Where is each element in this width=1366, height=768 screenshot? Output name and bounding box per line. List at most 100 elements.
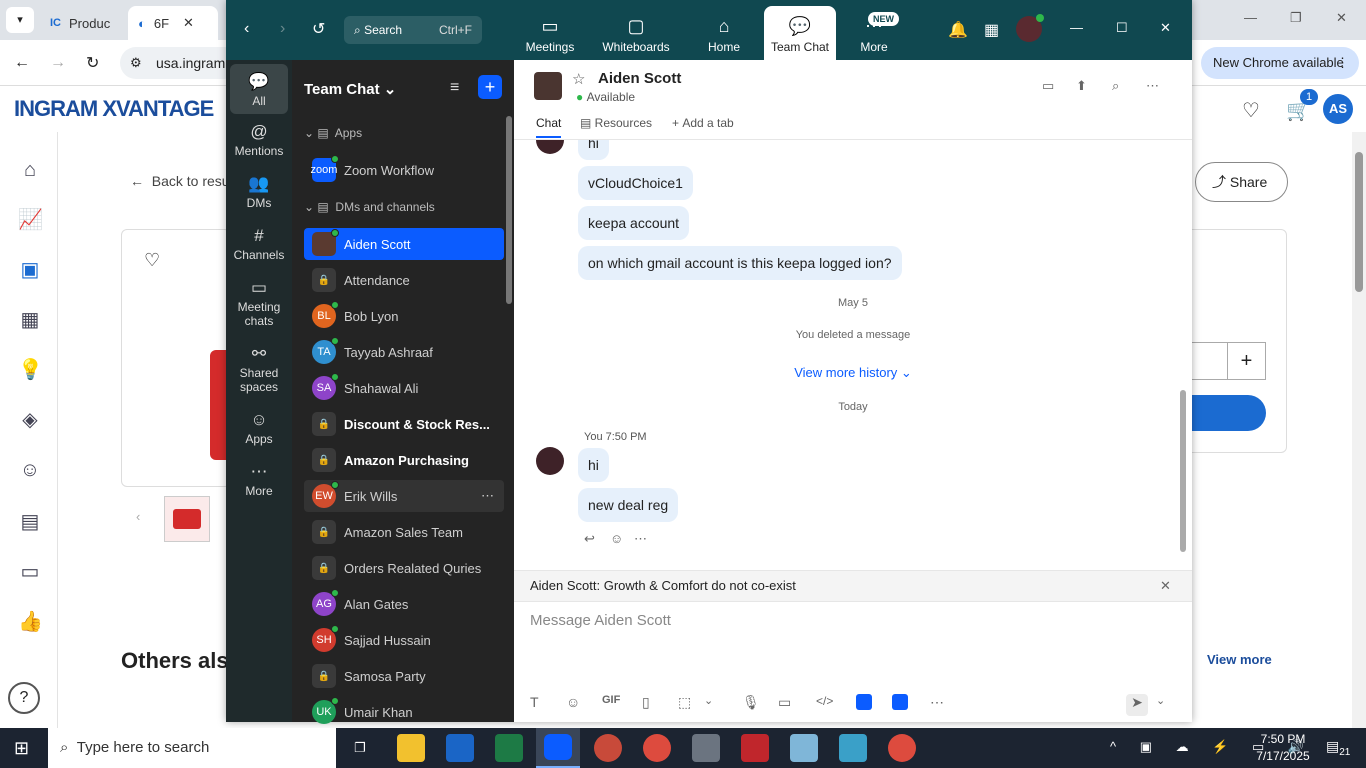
message-bubble[interactable]: hi <box>578 140 609 160</box>
reload-icon[interactable]: ↻ <box>86 53 99 73</box>
maximize-icon[interactable]: ☐ <box>1116 20 1128 36</box>
list-item[interactable]: AG Alan Gates <box>304 588 504 620</box>
minimize-icon[interactable]: — <box>1244 10 1257 25</box>
chrome-icon[interactable] <box>888 734 916 762</box>
minimize-icon[interactable]: — <box>1070 20 1083 35</box>
screenshot-icon[interactable]: ⬚ <box>678 694 691 711</box>
analytics-icon[interactable]: 📈 <box>18 208 43 232</box>
layers-icon[interactable]: ◈ <box>18 408 42 432</box>
file-icon[interactable]: ▯ <box>642 694 650 711</box>
video-message-icon[interactable]: ▭ <box>778 694 791 711</box>
wishlist-heart-icon[interactable]: ♡ <box>1242 98 1260 123</box>
list-item[interactable]: 🔒 Orders Realated Quries <box>304 552 504 584</box>
grid-icon[interactable]: ▦ <box>18 308 42 332</box>
store-icon[interactable]: ▭ <box>18 560 42 584</box>
chevron-down-icon[interactable]: ⌄ <box>704 694 713 707</box>
chrome-icon[interactable] <box>643 734 671 762</box>
tab-search-button[interactable]: ▾ <box>6 7 34 33</box>
list-scrollbar[interactable] <box>506 116 512 304</box>
rail-more[interactable]: ⋯ More <box>230 462 288 498</box>
rail-channels[interactable]: # Channels <box>230 226 288 262</box>
filter-icon[interactable]: ≡ <box>450 79 459 97</box>
microphone-icon[interactable]: 🎙 <box>742 694 760 711</box>
carousel-prev-icon[interactable]: ‹ <box>136 509 140 524</box>
view-more-history-link[interactable]: View more history ⌄ <box>514 365 1182 381</box>
chat-scrollbar[interactable] <box>1180 390 1186 552</box>
list-item[interactable]: 🔒 Attendance <box>304 264 504 296</box>
share-screen-icon[interactable]: ⬆ <box>1076 78 1087 94</box>
app-icon[interactable] <box>892 694 908 710</box>
list-item[interactable]: 🔒 Amazon Sales Team <box>304 516 504 548</box>
excel-icon[interactable] <box>495 734 523 762</box>
rail-meeting-chats[interactable]: ▭ Meeting chats <box>230 278 288 328</box>
contact-avatar[interactable] <box>534 72 562 100</box>
list-item-selected[interactable]: Aiden Scott <box>304 228 504 260</box>
message-bubble[interactable]: new deal reg <box>578 488 679 522</box>
list-item[interactable]: BL Bob Lyon <box>304 300 504 332</box>
message-input[interactable]: Message Aiden Scott <box>530 612 1170 672</box>
back-icon[interactable]: ‹ <box>244 20 249 38</box>
list-item[interactable]: EW Erik Wills ⋯ <box>304 480 504 512</box>
thumbs-up-icon[interactable]: 👍 <box>18 610 43 634</box>
close-icon[interactable]: ✕ <box>1336 10 1347 26</box>
code-icon[interactable]: </> <box>816 694 833 708</box>
new-chrome-available-button[interactable]: New Chrome available ⋮ <box>1201 47 1359 79</box>
taskbar-clock[interactable]: 7:50 PM 7/17/2025 <box>1250 731 1316 765</box>
close-icon[interactable]: ✕ <box>1160 20 1171 36</box>
section-dms[interactable]: ⌄ ▤ DMs and channels <box>304 200 435 214</box>
quantity-plus-button[interactable]: + <box>1227 342 1266 380</box>
list-item[interactable]: UK Umair Khan <box>304 696 504 728</box>
video-call-icon[interactable]: ▭ <box>1042 78 1054 94</box>
list-item[interactable]: zoom Zoom Workflow <box>304 154 504 186</box>
thumbnail[interactable] <box>164 496 210 542</box>
message-bubble[interactable]: keepa account <box>578 206 690 240</box>
home-icon[interactable]: ⌂ <box>18 158 42 182</box>
list-item[interactable]: 🔒 Amazon Purchasing <box>304 444 504 476</box>
emoji-icon[interactable]: ☺ <box>566 694 580 710</box>
browser-tab[interactable]: IC Produc <box>40 6 126 40</box>
notification-center-icon[interactable]: ▤21 <box>1326 738 1350 758</box>
lightbulb-icon[interactable]: 💡 <box>18 358 43 382</box>
message-bubble[interactable]: vCloudChoice1 <box>578 166 693 200</box>
rail-shared-spaces[interactable]: ⚯ Shared spaces <box>230 344 288 394</box>
search-icon[interactable]: ⌕ <box>1112 78 1119 94</box>
help-icon[interactable]: ? <box>8 682 40 714</box>
app-icon[interactable] <box>856 694 872 710</box>
section-apps[interactable]: ⌄ ▤ Apps <box>304 126 362 140</box>
rail-mentions[interactable]: @ Mentions <box>230 122 288 158</box>
more-dots-icon[interactable]: ⋯ <box>1146 78 1159 94</box>
heart-icon[interactable]: ♡ <box>144 250 160 271</box>
site-logo[interactable]: INGRAM XVANTAGE <box>14 96 214 122</box>
close-icon[interactable]: ✕ <box>1160 571 1171 601</box>
filezilla-icon[interactable] <box>741 734 769 762</box>
add-tab-button[interactable]: + Add a tab <box>672 116 734 130</box>
reply-icon[interactable]: ↩ <box>584 531 595 547</box>
tab-home[interactable]: ⌂ Home <box>686 6 762 60</box>
more-dots-icon[interactable]: ⋯ <box>634 531 647 547</box>
forward-icon[interactable]: › <box>280 20 285 38</box>
list-item[interactable]: SA Shahawal Ali <box>304 372 504 404</box>
emoji-reaction-icon[interactable]: ☺ <box>610 531 623 546</box>
taskbar-search[interactable]: ⌕ Type here to search <box>48 728 336 768</box>
list-item[interactable]: 🔒 Discount & Stock Res... <box>304 408 504 440</box>
tab-meetings[interactable]: ▭ Meetings <box>512 6 588 60</box>
forward-icon[interactable]: → <box>50 54 66 72</box>
contact-name[interactable]: Aiden Scott <box>598 70 681 87</box>
rail-apps[interactable]: ☺ Apps <box>230 410 288 446</box>
calendar-icon[interactable]: ▤ <box>18 510 42 534</box>
format-text-icon[interactable]: T <box>530 694 539 710</box>
apps-icon[interactable]: ▦ <box>984 20 999 40</box>
gif-icon[interactable]: GIF <box>602 694 620 706</box>
view-more-link[interactable]: View more <box>1207 652 1272 667</box>
bell-icon[interactable]: 🔔 <box>948 20 968 40</box>
search-box[interactable]: ⌕ Search Ctrl+F <box>344 16 482 44</box>
site-info-icon[interactable]: ⚙ <box>130 55 142 71</box>
message-bubble[interactable]: on which gmail account is this keepa log… <box>578 246 902 280</box>
profile-avatar[interactable]: AS <box>1323 94 1353 124</box>
file-explorer-icon[interactable] <box>397 734 425 762</box>
panel-title[interactable]: Team Chat ⌄ <box>304 80 396 98</box>
avatar[interactable] <box>1016 14 1044 42</box>
browser-tab-active[interactable]: ◐ 6F ✕ <box>128 6 218 40</box>
windows-start-icon[interactable]: ⊞ <box>14 738 29 759</box>
chevron-down-icon[interactable]: ⌄ <box>1156 694 1165 707</box>
